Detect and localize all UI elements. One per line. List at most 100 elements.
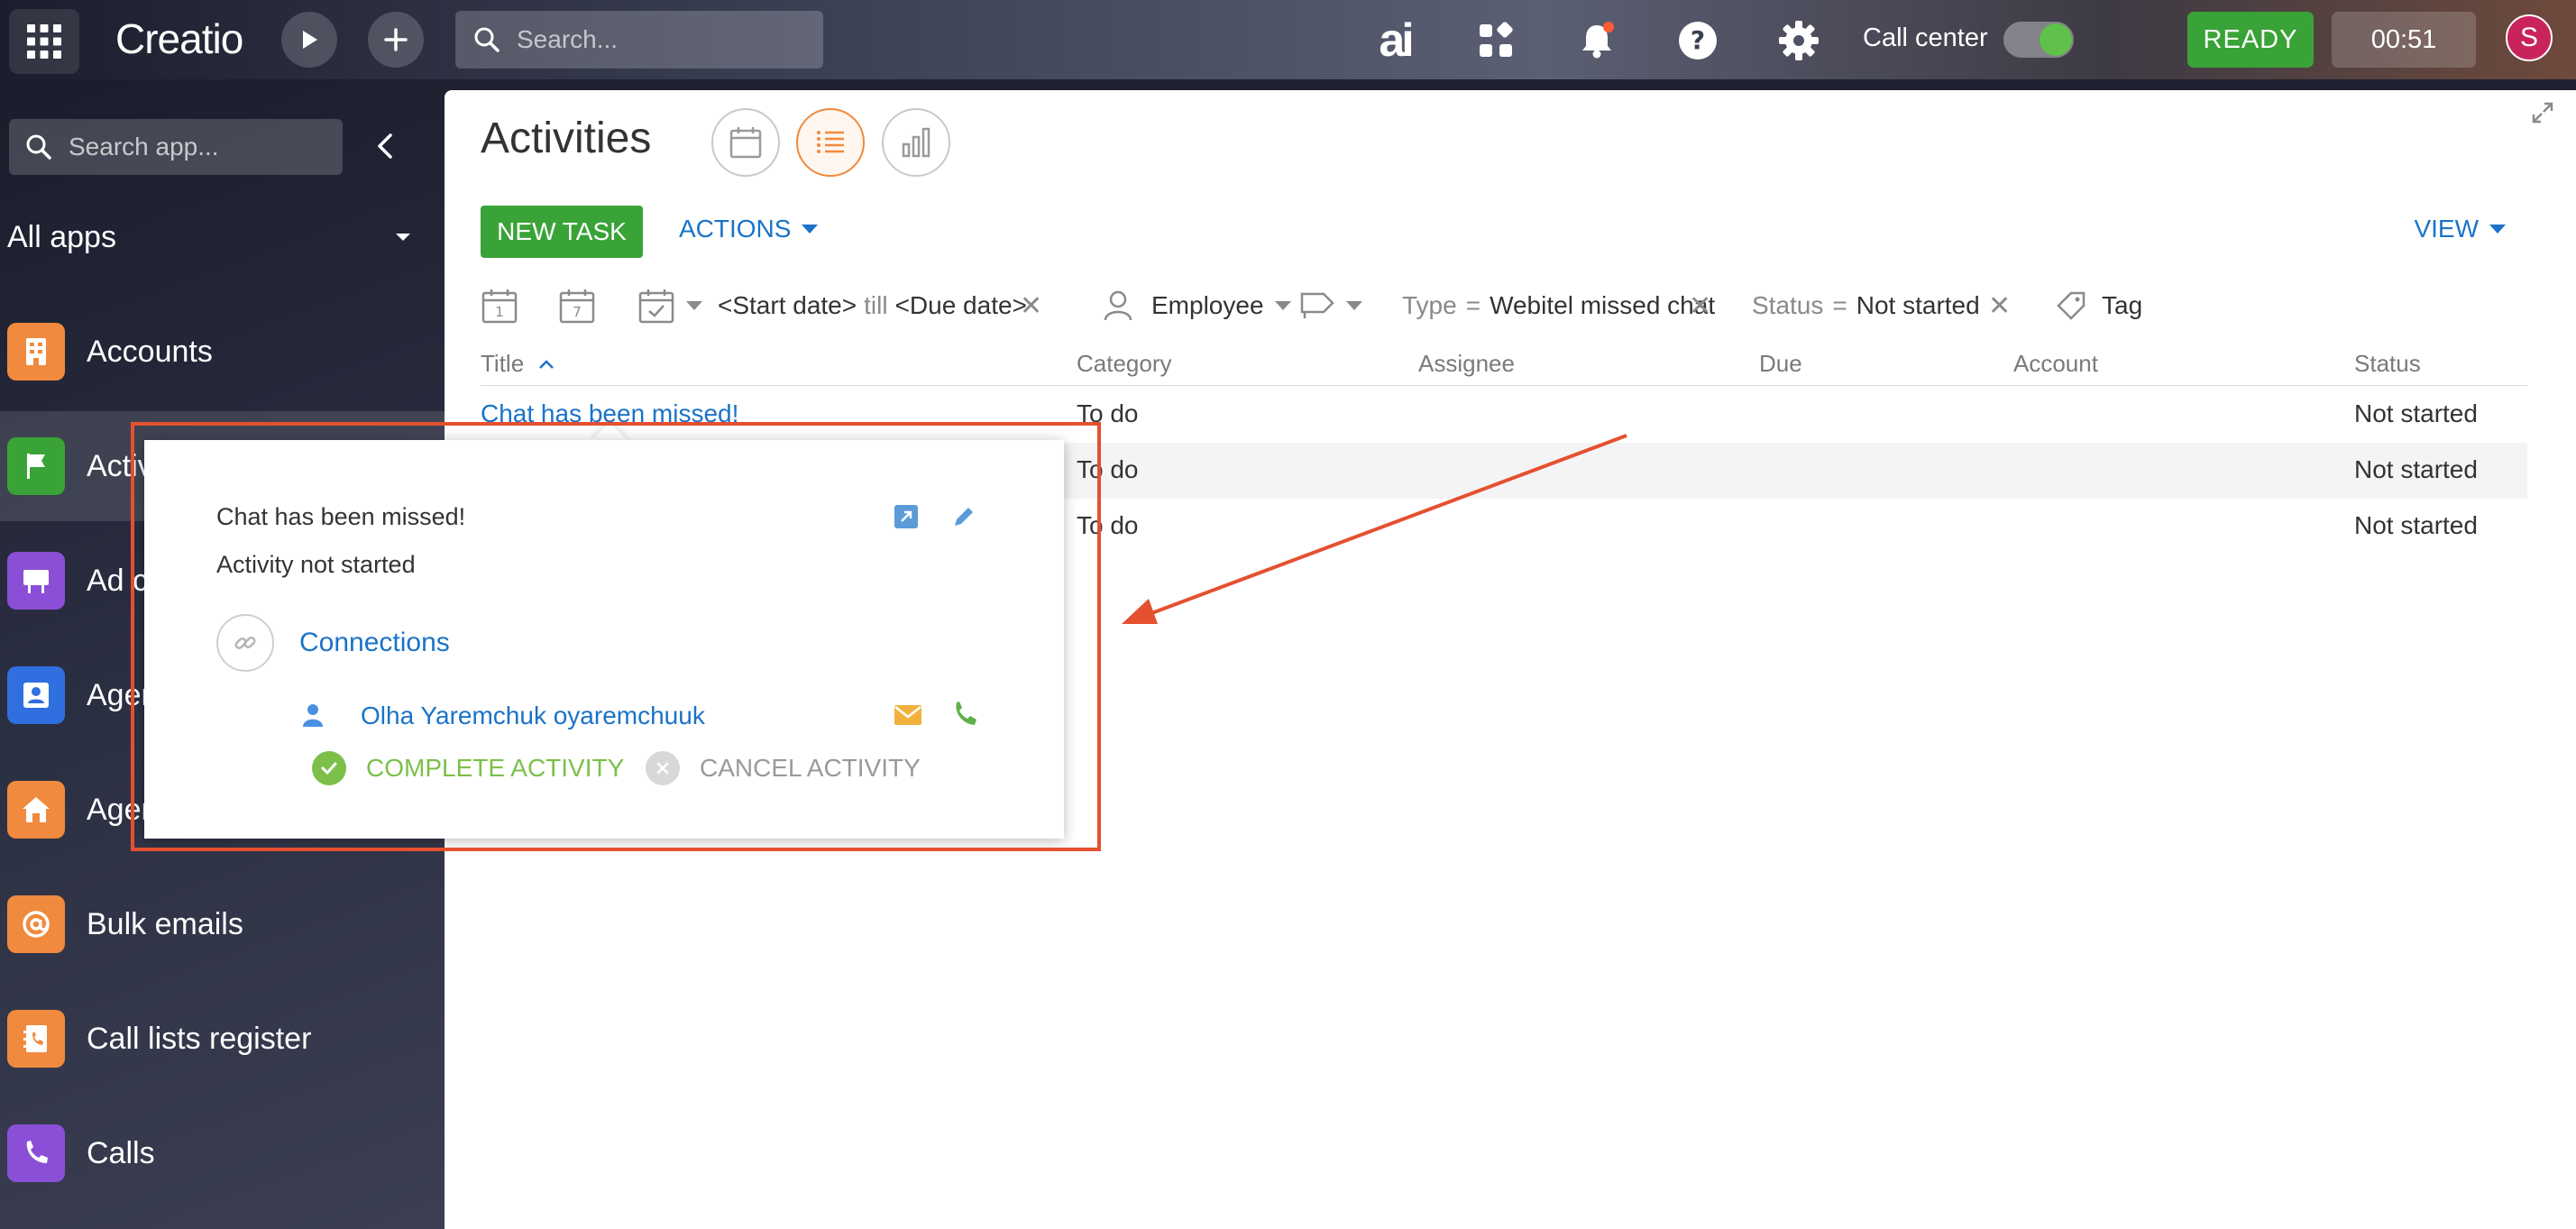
clear-type-filter-icon[interactable]: ✕ — [1689, 283, 1711, 328]
tag-label: Tag — [2102, 291, 2143, 319]
sidebar-item-label: Accounts — [87, 334, 213, 369]
clear-date-filter-icon[interactable]: ✕ — [1020, 283, 1042, 328]
equals-sign: = — [1832, 291, 1847, 319]
email-icon[interactable] — [893, 702, 923, 729]
table-row[interactable]: Chat has been missed! To do Not started — [481, 387, 2527, 443]
complete-activity-button[interactable]: COMPLETE ACTIVITY — [312, 750, 624, 786]
building-icon — [7, 323, 65, 381]
status-filter[interactable]: Status = Not started — [1752, 283, 1980, 328]
search-icon — [26, 134, 51, 160]
agent-icon — [7, 666, 65, 724]
till-label: till — [864, 291, 888, 319]
period-filter-dropdown[interactable] — [637, 283, 702, 328]
sidebar-item-accounts[interactable]: Accounts — [0, 297, 445, 407]
list-icon — [817, 131, 844, 153]
row-status: Not started — [2354, 399, 2478, 427]
app-search-input[interactable] — [67, 132, 337, 162]
sidebar-item-calls[interactable]: Calls — [0, 1098, 445, 1208]
all-apps-label: All apps — [7, 219, 116, 254]
activity-mini-card: Chat has been missed! Activity not start… — [144, 440, 1064, 839]
column-header-assignee[interactable]: Assignee — [1418, 350, 1515, 378]
plus-icon — [384, 28, 408, 51]
chevron-left-icon — [378, 133, 392, 159]
notifications-button[interactable] — [1571, 14, 1623, 67]
row-status: Not started — [2354, 455, 2478, 483]
caret-down-icon — [396, 234, 410, 241]
help-button[interactable]: ? — [1672, 14, 1724, 67]
call-center-label: Call center — [1863, 23, 1988, 52]
home-icon — [7, 781, 65, 839]
all-apps-dropdown[interactable]: All apps — [7, 215, 413, 260]
employee-label: Employee — [1151, 291, 1264, 319]
column-header-account[interactable]: Account — [2013, 350, 2098, 378]
start-date-value: <Start date> — [718, 291, 857, 319]
bar-chart-icon — [902, 127, 930, 158]
employee-filter-dropdown[interactable]: Employee — [1103, 283, 1291, 328]
cal-day-number: 1 — [495, 304, 504, 320]
settings-button[interactable] — [1773, 14, 1825, 67]
type-filter-value: Webitel missed chat — [1490, 291, 1716, 319]
widgets-button[interactable] — [1470, 14, 1522, 67]
sort-asc-icon — [539, 359, 555, 369]
day-filter-button[interactable]: 1 — [481, 283, 518, 328]
gear-icon — [1779, 21, 1819, 60]
sidebar-item-label: Calls — [87, 1135, 155, 1170]
analytics-view-button[interactable] — [882, 108, 950, 177]
column-title-label: Title — [481, 350, 525, 377]
link-icon — [234, 636, 256, 650]
due-date-value: <Due date> — [894, 291, 1027, 319]
flag-icon — [7, 437, 65, 495]
actions-label: ACTIONS — [679, 215, 792, 243]
call-center-toggle[interactable] — [2003, 22, 2074, 58]
sidebar-item-label: Call lists register — [87, 1021, 312, 1056]
user-avatar[interactable]: S — [2506, 14, 2553, 61]
date-range-filter[interactable]: <Start date> till <Due date> — [718, 283, 1027, 328]
apps-grid-button[interactable] — [9, 9, 79, 74]
view-dropdown[interactable]: VIEW — [2414, 215, 2506, 243]
ready-status-button[interactable]: READY — [2187, 12, 2314, 68]
actions-dropdown[interactable]: ACTIONS — [679, 215, 819, 243]
app-search[interactable] — [9, 119, 343, 175]
run-process-button[interactable] — [281, 12, 337, 68]
column-header-title[interactable]: Title — [481, 350, 556, 378]
contact-book-icon — [7, 1010, 65, 1068]
tag-icon — [2057, 291, 2086, 320]
popup-activity-title: Chat has been missed! — [216, 503, 466, 530]
connections-link[interactable]: Connections — [299, 628, 450, 658]
open-record-icon[interactable] — [893, 503, 920, 530]
row-category: To do — [1077, 511, 1139, 539]
type-filter[interactable]: Type = Webitel missed chat — [1402, 283, 1715, 328]
calendar-view-button[interactable] — [711, 108, 780, 177]
sidebar-item-bulk-emails[interactable]: Bulk emails — [0, 869, 445, 979]
global-search-input[interactable] — [515, 24, 803, 55]
ai-button[interactable]: ai — [1369, 14, 1421, 67]
tag-filter-icon — [1300, 292, 1334, 318]
list-view-button[interactable] — [796, 108, 865, 177]
contact-name-link[interactable]: Olha Yaremchuk oyaremchuuk — [361, 702, 705, 730]
cancel-activity-button[interactable]: CANCEL ACTIVITY — [646, 750, 921, 786]
caret-down-icon — [686, 301, 702, 310]
phone-call-icon[interactable] — [950, 700, 979, 729]
column-header-due[interactable]: Due — [1759, 350, 1802, 378]
connections-icon — [216, 614, 274, 672]
expand-icon[interactable] — [2529, 99, 2556, 126]
add-button[interactable] — [368, 12, 424, 68]
cancel-activity-label: CANCEL ACTIVITY — [700, 754, 921, 782]
new-task-button[interactable]: NEW TASK — [481, 206, 643, 258]
edit-pencil-icon[interactable] — [950, 503, 977, 530]
week-filter-button[interactable]: 7 — [558, 283, 596, 328]
tag-filter-button[interactable]: Tag — [2055, 283, 2142, 328]
folder-filter-dropdown[interactable] — [1299, 283, 1362, 328]
global-search[interactable] — [455, 11, 823, 69]
column-header-status[interactable]: Status — [2354, 350, 2421, 378]
column-header-category[interactable]: Category — [1077, 350, 1172, 378]
row-category: To do — [1077, 455, 1139, 483]
clear-status-filter-icon[interactable]: ✕ — [1988, 283, 2011, 328]
collapse-sidebar-button[interactable] — [366, 126, 406, 166]
sidebar-item-call-lists-register[interactable]: Call lists register — [0, 984, 445, 1094]
widgets-icon — [1480, 22, 1513, 57]
row-status: Not started — [2354, 511, 2478, 539]
contact-person-icon — [303, 704, 323, 727]
page-title: Activities — [481, 115, 652, 162]
help-icon: ? — [1679, 22, 1717, 60]
